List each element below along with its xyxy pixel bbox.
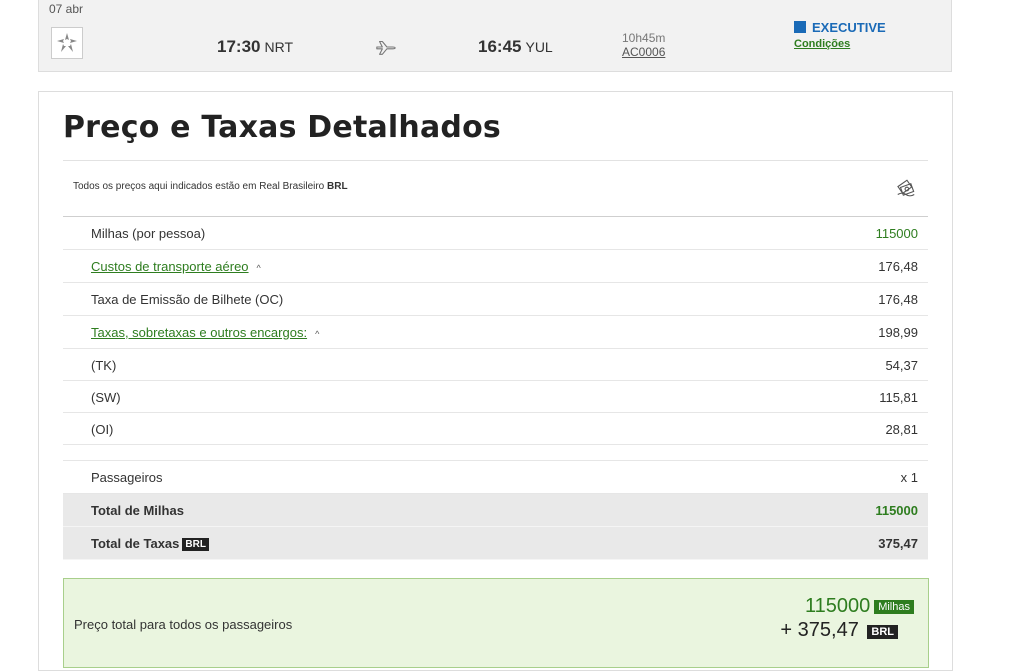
price-details-card: Preço e Taxas Detalhados Todos os preços… xyxy=(38,91,953,671)
row-value: 176,48 xyxy=(878,259,918,274)
total-taxes-value: 375,47 xyxy=(878,536,918,551)
flight-info: 10h45m AC0006 xyxy=(622,31,665,59)
page-title: Preço e Taxas Detalhados xyxy=(63,110,501,145)
total-taxes-label: Total de Taxas xyxy=(91,536,180,551)
grand-total-cash: + 375,47 BRL xyxy=(780,619,898,642)
price-row-miles: Milhas (por pessoa) 115000 xyxy=(63,217,928,250)
row-label[interactable]: Custos de transporte aéreo xyxy=(91,259,249,274)
conditions-link[interactable]: Condições xyxy=(794,38,886,50)
row-value: 176,48 xyxy=(878,292,918,307)
total-taxes-row: Total de Taxas BRL 375,47 xyxy=(63,527,928,560)
flight-date: 07 abr xyxy=(49,2,84,16)
grand-cash-value: + 375,47 xyxy=(780,619,859,641)
departure-time: 17:30 xyxy=(217,37,261,56)
price-table: Milhas (por pessoa) 115000 Custos de tra… xyxy=(63,217,928,560)
price-row-tk: (TK) 54,37 xyxy=(63,349,928,381)
row-spacer xyxy=(63,445,928,461)
row-label[interactable]: Taxas, sobretaxas e outros encargos: xyxy=(91,325,307,340)
row-label: (SW) xyxy=(91,390,121,405)
money-icon xyxy=(897,179,915,197)
flight-duration: 10h45m xyxy=(622,31,666,45)
departure: 17:30 NRT xyxy=(217,37,293,57)
price-row-passengers: Passageiros x 1 xyxy=(63,461,928,494)
currency-note-code: BRL xyxy=(327,181,348,192)
star-alliance-logo xyxy=(51,27,83,59)
grand-miles-value: 115000 xyxy=(804,595,871,617)
miles-badge: Milhas xyxy=(874,600,914,614)
total-miles-row: Total de Milhas 115000 xyxy=(63,494,928,527)
price-row-taxes[interactable]: Taxas, sobretaxas e outros encargos: ^ 19… xyxy=(63,316,928,349)
arrival-airport: YUL xyxy=(525,39,553,55)
total-taxes-label-group: Total de Taxas BRL xyxy=(91,536,209,551)
cabin-name: EXECUTIVE xyxy=(812,20,886,35)
cabin-class: EXECUTIVE Condições xyxy=(794,19,886,50)
departure-airport: NRT xyxy=(264,39,294,55)
row-value: 198,99 xyxy=(878,325,918,340)
row-value: 54,37 xyxy=(885,358,918,373)
plane-icon xyxy=(376,40,396,55)
arrival-time: 16:45 xyxy=(478,37,522,56)
row-value: x 1 xyxy=(900,470,918,485)
row-value: 115,81 xyxy=(879,390,918,405)
price-row-oi: (OI) 28,81 xyxy=(63,413,928,445)
grand-total-label: Preço total para todos os passageiros xyxy=(74,617,293,632)
flight-number-link[interactable]: AC0006 xyxy=(622,45,665,59)
currency-badge: BRL xyxy=(867,625,898,639)
divider xyxy=(63,160,928,161)
price-row-ticket-fee: Taxa de Emissão de Bilhete (OC) 176,48 xyxy=(63,283,928,316)
air-transport-costs-link[interactable]: Custos de transporte aéreo ^ xyxy=(91,259,261,274)
row-label: Milhas (por pessoa) xyxy=(91,226,206,241)
row-label: Passageiros xyxy=(91,470,163,485)
grand-total-box: Preço total para todos os passageiros 11… xyxy=(63,578,929,668)
executive-cabin-icon xyxy=(794,21,806,33)
chevron-up-icon[interactable]: ^ xyxy=(257,263,261,273)
chevron-up-icon[interactable]: ^ xyxy=(315,329,319,339)
currency-note: Todos os preços aqui indicados estão em … xyxy=(73,181,348,192)
currency-badge: BRL xyxy=(182,538,209,551)
total-miles-label: Total de Milhas xyxy=(91,503,184,518)
row-value: 28,81 xyxy=(885,422,918,437)
currency-note-text: Todos os preços aqui indicados estão em … xyxy=(73,181,325,192)
arrival: 16:45 YUL xyxy=(478,37,553,57)
row-value: 115000 xyxy=(875,226,918,241)
taxes-surcharges-link[interactable]: Taxas, sobretaxas e outros encargos: ^ xyxy=(91,325,319,340)
flight-segment: 07 abr 17:30 NRT 16:45 YUL 10h45m AC0006 E… xyxy=(38,0,952,72)
total-miles-value: 115000 xyxy=(875,503,918,518)
price-row-sw: (SW) 115,81 xyxy=(63,381,928,413)
grand-total-miles: 115000 Milhas xyxy=(805,595,914,618)
row-label: (TK) xyxy=(91,358,117,373)
price-row-air-transport[interactable]: Custos de transporte aéreo ^ 176,48 xyxy=(63,250,928,283)
row-label: Taxa de Emissão de Bilhete (OC) xyxy=(91,292,284,307)
row-label: (OI) xyxy=(91,422,114,437)
